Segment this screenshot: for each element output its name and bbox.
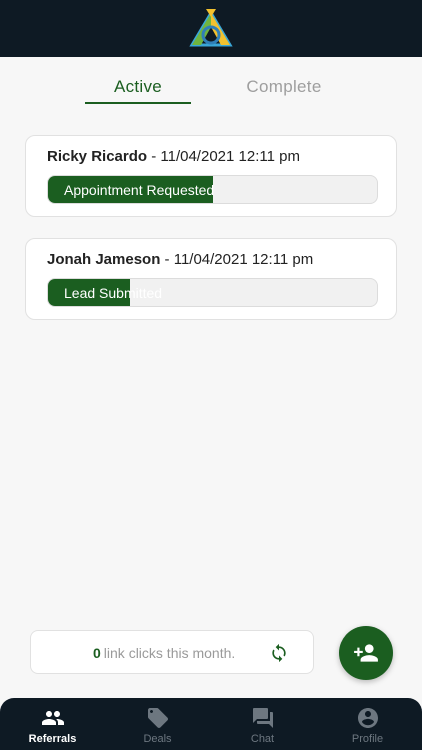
referral-title: Ricky Ricardo - 11/04/2021 12:11 pm [47, 148, 300, 165]
people-icon [41, 711, 64, 725]
nav-deals[interactable]: Deals [105, 698, 210, 750]
nav-profile[interactable]: Profile [315, 698, 420, 750]
bottom-navigation: Referrals Deals Chat Profile [0, 698, 422, 750]
app-logo [189, 8, 233, 46]
referral-card[interactable]: Ricky Ricardo - 11/04/2021 12:11 pm Appo… [25, 135, 397, 217]
account-circle-icon [357, 708, 378, 728]
top-bar [0, 0, 422, 57]
nav-label: Deals [143, 733, 172, 745]
referral-progress-bar: Lead Submitted [47, 278, 378, 307]
link-clicks-count: 0 [93, 645, 101, 661]
referral-status: Lead Submitted [64, 285, 163, 301]
link-clicks-label: link clicks this month. [103, 645, 236, 661]
link-clicks-text: 0 link clicks this month. [93, 631, 235, 675]
referral-status: Appointment Requested [64, 182, 215, 198]
link-clicks-box: 0 link clicks this month. [30, 630, 314, 674]
tab-complete[interactable]: Complete [232, 72, 336, 104]
referral-date: - 11/04/2021 12:11 pm [164, 251, 314, 268]
referral-card[interactable]: Jonah Jameson - 11/04/2021 12:11 pm Lead… [25, 238, 397, 320]
chat-icon [252, 708, 273, 728]
refresh-icon[interactable] [269, 643, 289, 663]
referral-name: Ricky Ricardo [47, 148, 148, 165]
nav-label: Chat [250, 733, 275, 745]
nav-label: Profile [351, 733, 384, 745]
referral-title: Jonah Jameson - 11/04/2021 12:11 pm [47, 251, 313, 268]
tag-icon [147, 708, 168, 728]
nav-chat[interactable]: Chat [210, 698, 315, 750]
referral-progress-bar: Appointment Requested [47, 175, 378, 204]
referral-date: - 11/04/2021 12:11 pm [151, 148, 300, 165]
referral-name: Jonah Jameson [47, 251, 161, 268]
referral-tabs: Active Complete [0, 72, 422, 104]
nav-referrals[interactable]: Referrals [0, 698, 105, 750]
add-referral-button[interactable] [339, 626, 393, 680]
tab-active[interactable]: Active [85, 72, 191, 104]
nav-label: Referrals [28, 733, 77, 745]
person-add-icon [354, 644, 378, 662]
